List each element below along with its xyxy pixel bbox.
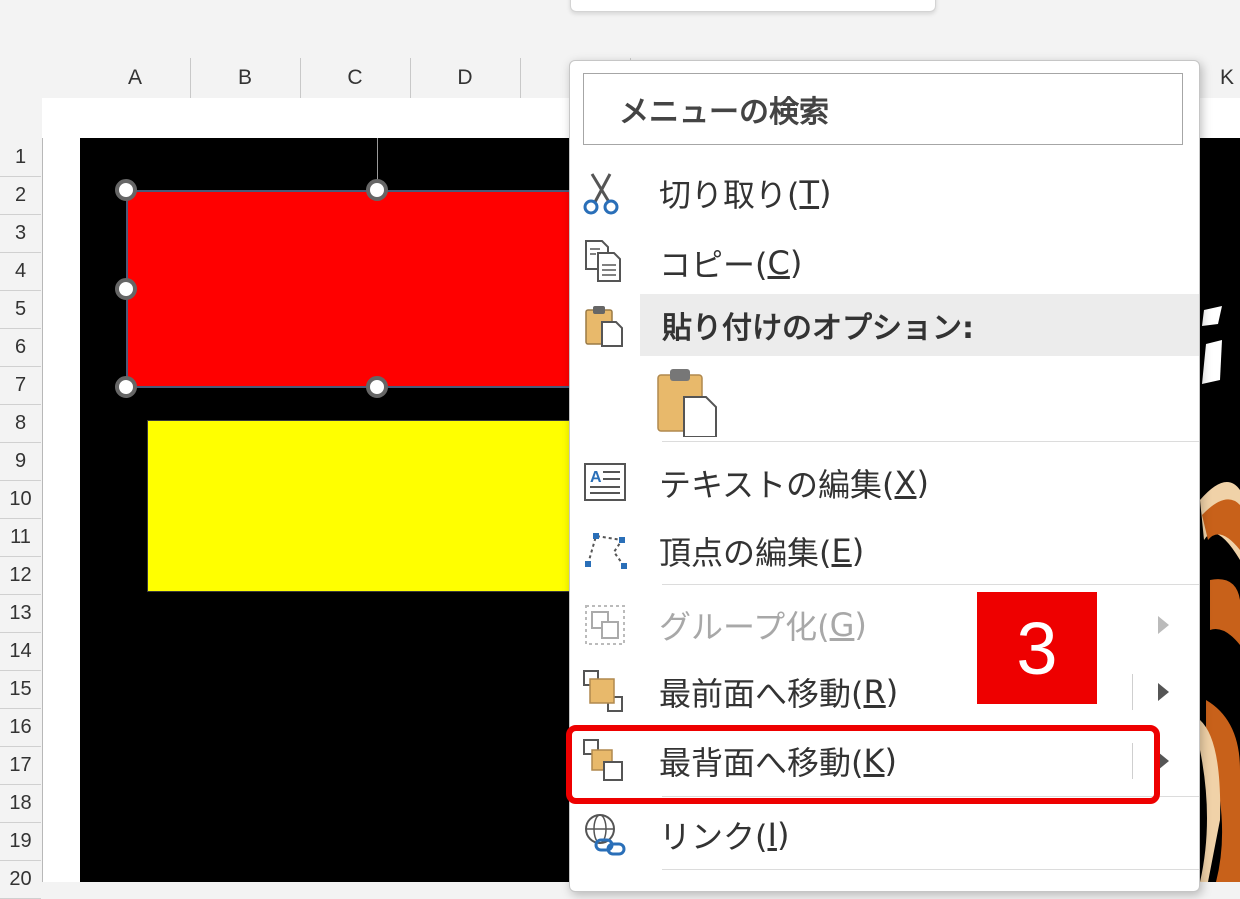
resize-handle-top[interactable] — [366, 179, 388, 201]
resize-handle-bottom-left[interactable] — [115, 376, 137, 398]
column-header-k[interactable]: K — [1220, 58, 1240, 98]
menu-item-cut-label: 切り取り(T) — [659, 174, 832, 214]
row-header-17[interactable]: 17 — [0, 746, 41, 785]
resize-handle-top-left[interactable] — [115, 179, 137, 201]
row-header-1[interactable]: 1 — [0, 138, 41, 177]
menu-search-placeholder: メニューの検索 — [619, 95, 829, 130]
background-graphic — [1200, 306, 1240, 882]
chevron-right-icon — [1158, 616, 1169, 634]
row-header-18[interactable]: 18 — [0, 784, 41, 823]
menu-separator — [662, 869, 1199, 870]
menu-item-bring-to-front-label: 最前面へ移動(R) — [659, 673, 899, 713]
highlight-frame — [566, 725, 1160, 804]
menu-item-bring-to-front[interactable]: 最前面へ移動(R) — [570, 658, 1199, 726]
row-header-7[interactable]: 7 — [0, 366, 41, 405]
row-header-bar: 1 2 3 4 5 6 7 8 9 10 11 12 13 14 15 16 1… — [0, 138, 43, 899]
paste-options-icon — [585, 306, 623, 347]
resize-handle-bottom[interactable] — [366, 376, 388, 398]
menu-item-group: グループ化(G) — [570, 591, 1199, 659]
column-header-c[interactable]: C — [300, 58, 411, 98]
menu-separator — [662, 441, 1199, 442]
row-header-20[interactable]: 20 — [0, 860, 41, 899]
edit-points-icon — [585, 533, 627, 569]
red-rectangle-shape[interactable] — [126, 190, 626, 388]
menu-item-link[interactable]: リンク(I) — [570, 801, 1199, 869]
row-header-14[interactable]: 14 — [0, 632, 41, 671]
menu-separator — [662, 584, 1199, 585]
link-icon — [585, 814, 626, 856]
row-header-5[interactable]: 5 — [0, 290, 41, 329]
row-header-3[interactable]: 3 — [0, 214, 41, 253]
chevron-right-icon[interactable] — [1158, 683, 1169, 701]
row-header-8[interactable]: 8 — [0, 404, 41, 443]
row-header-16[interactable]: 16 — [0, 708, 41, 747]
resize-handle-left[interactable] — [115, 278, 137, 300]
paste-options-label: 貼り付けのオプション: — [662, 311, 974, 346]
menu-item-copy-label: コピー(C) — [659, 244, 803, 284]
row-header-13[interactable]: 13 — [0, 594, 41, 633]
bring-to-front-icon — [583, 670, 623, 712]
menu-item-group-label: グループ化(G) — [659, 606, 867, 646]
menu-item-link-label: リンク(I) — [659, 816, 790, 856]
paste-keep-format-icon — [657, 369, 717, 437]
menu-search-input[interactable]: メニューの検索 — [583, 73, 1183, 145]
menu-item-cut[interactable]: 切り取り(T) — [570, 159, 1199, 227]
ribbon-popup — [570, 0, 936, 12]
column-header-a[interactable]: A — [80, 58, 191, 98]
row-header-6[interactable]: 6 — [0, 328, 41, 367]
row-header-11[interactable]: 11 — [0, 518, 41, 557]
copy-icon — [585, 240, 621, 282]
row-header-4[interactable]: 4 — [0, 252, 41, 291]
row-header-15[interactable]: 15 — [0, 670, 41, 709]
select-all-corner[interactable] — [0, 58, 80, 98]
edit-text-icon: A — [584, 463, 626, 501]
menu-item-edit-text[interactable]: A テキストの編集(X) — [570, 449, 1199, 517]
menu-item-edit-points[interactable]: 頂点の編集(E) — [570, 517, 1199, 585]
column-header-d[interactable]: D — [410, 58, 521, 98]
menu-item-edit-points-label: 頂点の編集(E) — [659, 532, 865, 572]
row-header-9[interactable]: 9 — [0, 442, 41, 481]
row-header-2[interactable]: 2 — [0, 176, 41, 215]
row-header-12[interactable]: 12 — [0, 556, 41, 595]
row-header-10[interactable]: 10 — [0, 480, 41, 519]
row-header-19[interactable]: 19 — [0, 822, 41, 861]
menu-item-copy[interactable]: コピー(C) — [570, 229, 1199, 297]
yellow-rectangle-shape[interactable] — [147, 420, 627, 592]
paste-keep-format-button[interactable] — [570, 361, 1199, 441]
svg-text:A: A — [590, 469, 602, 486]
menu-item-edit-text-label: テキストの編集(X) — [659, 464, 929, 504]
scissors-icon — [583, 173, 619, 215]
submenu-divider — [1132, 674, 1133, 710]
column-header-b[interactable]: B — [190, 58, 301, 98]
step-number-badge: 3 — [977, 592, 1097, 704]
group-icon — [585, 605, 625, 645]
